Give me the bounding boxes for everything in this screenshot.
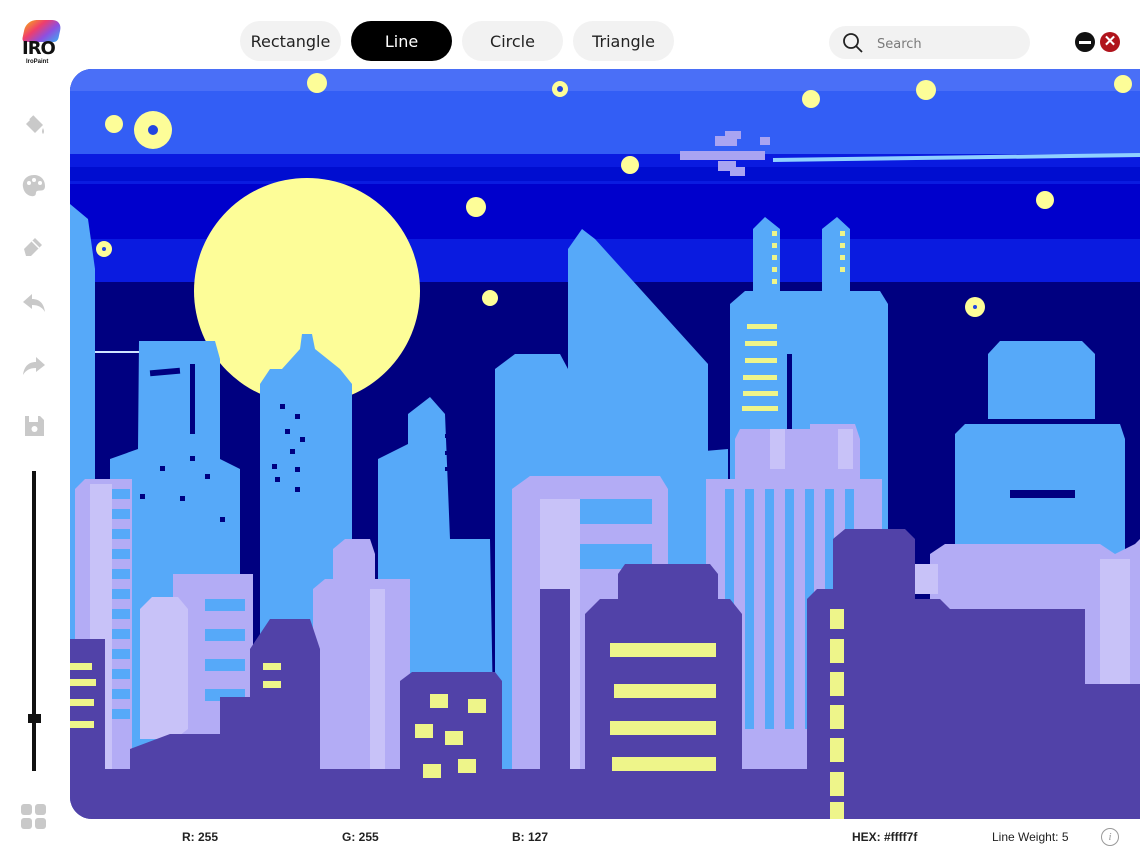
logo-subtext: IroPaint: [26, 59, 49, 65]
search-box[interactable]: [829, 26, 1030, 59]
save-icon[interactable]: [20, 412, 48, 440]
logo-text: IRO: [22, 38, 56, 59]
palette-icon[interactable]: [20, 172, 48, 200]
eraser-icon[interactable]: [20, 231, 48, 259]
brush-size-slider[interactable]: [32, 471, 36, 771]
fill-bucket-icon[interactable]: [20, 112, 48, 140]
status-green-value: G: 255: [342, 830, 379, 844]
tool-circle-button[interactable]: Circle: [462, 21, 563, 61]
undo-icon[interactable]: [20, 289, 48, 317]
info-icon[interactable]: i: [1101, 828, 1119, 846]
drawing-canvas[interactable]: [70, 69, 1140, 819]
search-icon: [843, 33, 863, 53]
canvas-artwork: [70, 69, 1140, 819]
app-logo: IRO IroPaint: [20, 20, 64, 72]
search-input[interactable]: [875, 31, 1019, 57]
close-button[interactable]: ✕: [1100, 32, 1120, 52]
status-line-weight: Line Weight: 5: [992, 830, 1069, 844]
tool-rectangle-button[interactable]: Rectangle: [240, 21, 341, 61]
minimize-button[interactable]: [1075, 32, 1095, 52]
tool-triangle-button[interactable]: Triangle: [573, 21, 674, 61]
status-red-value: R: 255: [182, 830, 219, 844]
status-hex-value: HEX: #ffff7f: [852, 830, 918, 844]
grid-menu-icon[interactable]: [20, 803, 48, 831]
app-window: IRO IroPaint Rectangle Line Circle Trian…: [0, 0, 1140, 853]
tool-line-button[interactable]: Line: [351, 21, 452, 61]
status-blue-value: B: 127: [512, 830, 549, 844]
redo-icon[interactable]: [20, 352, 48, 380]
shape-toolbar: Rectangle Line Circle Triangle: [240, 21, 674, 61]
brush-size-slider-thumb[interactable]: [28, 714, 41, 723]
